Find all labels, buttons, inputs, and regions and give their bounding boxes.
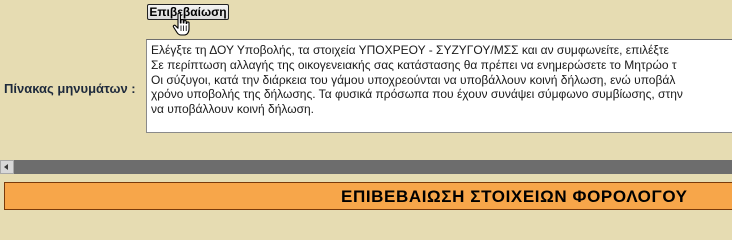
message-line: χρόνο υποβολής της δήλωσης. Τα φυσικά πρ…: [151, 87, 683, 102]
messages-label: Πίνακας μηνυμάτων :: [4, 81, 136, 96]
messages-textarea[interactable]: Ελέγξτε τη ΔΟΥ Υποβολής, τα στοιχεία ΥΠΟ…: [146, 39, 732, 133]
horizontal-scrollbar[interactable]: [0, 160, 732, 174]
arrow-left-icon[interactable]: [0, 160, 14, 174]
section-title: ΕΠΙΒΕΒΑΙΩΣΗ ΣΤΟΙΧΕΙΩΝ ΦΟΡΟΛΟΓΟΥ: [341, 187, 688, 206]
hand-pointer-icon: [172, 12, 190, 36]
message-line: Ελέγξτε τη ΔΟΥ Υποβολής, τα στοιχεία ΥΠΟ…: [151, 43, 669, 57]
section-area: ΕΠΙΒΕΒΑΙΩΣΗ ΣΤΟΙΧΕΙΩΝ ΦΟΡΟΛΟΓΟΥ: [0, 174, 732, 219]
message-line: Οι σύζυγοι, κατά την διάρκεια του γάμου …: [151, 72, 676, 87]
message-line: Σε περίπτωση αλλαγής της οικογενειακής σ…: [151, 57, 677, 72]
section-header: ΕΠΙΒΕΒΑΙΩΣΗ ΣΤΟΙΧΕΙΩΝ ΦΟΡΟΛΟΓΟΥ: [4, 182, 732, 210]
scrollbar-thumb[interactable]: [14, 162, 732, 172]
message-line: να υποβάλλουν κοινή δήλωση.: [151, 102, 315, 117]
